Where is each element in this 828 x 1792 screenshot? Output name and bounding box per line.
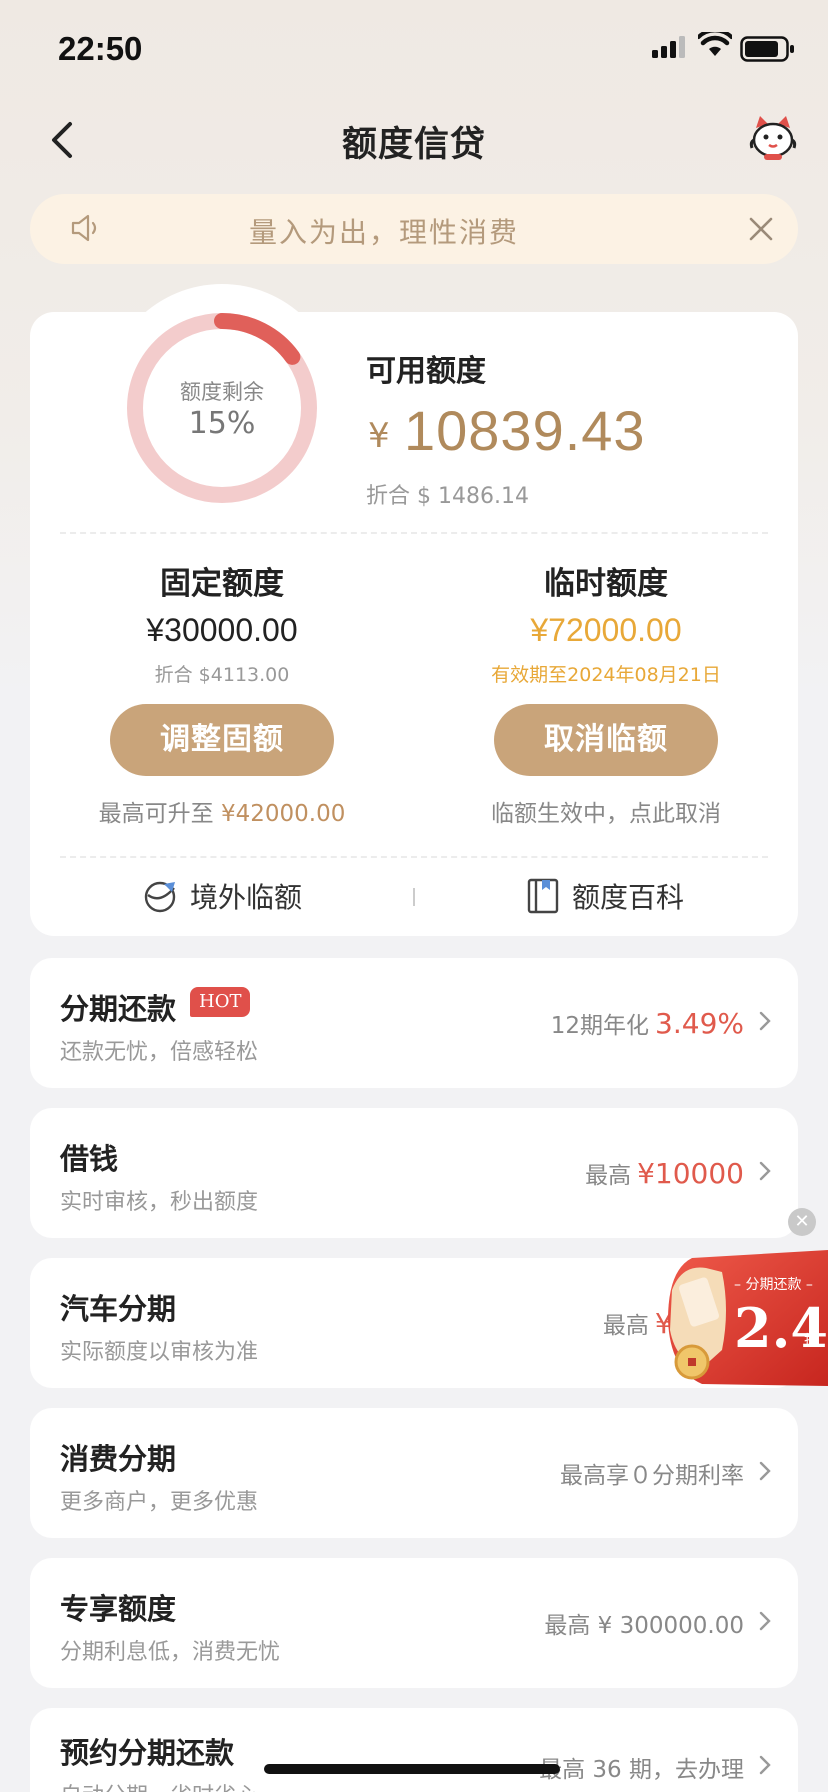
service-info-prefix: 最高 36 期，去办理 — [539, 1757, 744, 1783]
fixed-limit-converted: 折合 $4113.00 — [154, 664, 290, 686]
chevron-right-icon — [759, 1161, 771, 1181]
wifi-icon — [698, 32, 732, 56]
fixed-limit-note-prefix: 最高可升至 — [98, 801, 214, 827]
service-info-prefix: 最高享０分期利率 — [560, 1463, 744, 1489]
plane-globe-icon — [144, 881, 176, 913]
chevron-right-icon — [759, 1011, 771, 1031]
service-info-prefix: 最高 — [585, 1163, 632, 1189]
service-subtitle: 自动分期，省时省心 — [60, 1778, 258, 1792]
close-icon[interactable] — [746, 214, 776, 244]
ring-label: 额度剩余 — [180, 380, 264, 404]
promo-discount-value: 2.4 — [734, 1296, 828, 1360]
status-time: 22:50 — [58, 30, 143, 67]
home-indicator — [264, 1764, 560, 1774]
ring-percentage: 15% — [188, 406, 256, 441]
service-title: 借钱 — [60, 1142, 119, 1176]
overseas-temp-limit-link[interactable]: 境外临额 — [142, 876, 302, 916]
promo-close-icon[interactable]: ✕ — [788, 1208, 816, 1236]
currency-symbol: ¥ — [368, 416, 390, 456]
temp-limit-note[interactable]: 临额生效中，点此取消 — [426, 794, 786, 828]
chevron-right-icon — [759, 1755, 771, 1775]
service-row-consumer-installment[interactable]: 消费分期 更多商户，更多优惠 最高享０分期利率 — [30, 1408, 798, 1538]
credit-encyclopedia-label: 额度百科 — [572, 881, 685, 914]
service-subtitle: 分期利息低，消费无忧 — [60, 1640, 281, 1665]
promo-discount-unit: 折 — [804, 1333, 818, 1349]
fixed-limit-title: 固定额度 — [160, 566, 284, 602]
credit-encyclopedia-link[interactable]: 额度百科 — [526, 876, 684, 916]
fixed-limit-amount: ¥30000.00 — [146, 612, 298, 648]
service-info: 最高享０分期利率 — [560, 1456, 744, 1490]
available-credit-converted: 折合 $ 1486.14 — [366, 484, 529, 509]
link-divider — [413, 888, 415, 906]
available-credit-title: 可用额度 — [366, 354, 486, 389]
adjust-fixed-limit-button[interactable]: 调整固额 — [110, 704, 334, 776]
service-info-prefix: 12期年化 — [550, 1013, 650, 1039]
status-bar: 22:50 — [0, 0, 828, 100]
overseas-temp-limit-label: 境外临额 — [190, 881, 303, 914]
service-subtitle: 还款无忧，倍感轻松 — [60, 1040, 259, 1065]
chevron-right-icon — [759, 1461, 771, 1481]
service-title: 专享额度 — [60, 1592, 177, 1626]
divider — [60, 856, 768, 858]
navigation-bar: 额度信贷 — [0, 100, 828, 180]
service-title: 预约分期还款 — [60, 1736, 235, 1770]
temp-limit-amount: ¥72000.00 — [530, 612, 682, 648]
service-title: 汽车分期 — [60, 1292, 177, 1326]
chevron-right-icon — [759, 1611, 771, 1631]
service-subtitle: 实际额度以审核为准 — [60, 1340, 259, 1365]
service-info: 12期年化 3.49% — [551, 1006, 744, 1040]
fixed-limit-max-value: ¥42000.00 — [220, 801, 346, 827]
service-row-borrow[interactable]: 借钱 实时审核，秒出额度 最高 ¥10000 — [30, 1108, 798, 1238]
notice-text: 量入为出，理性消费 — [248, 216, 519, 249]
service-title: 消费分期 — [60, 1442, 177, 1476]
service-info: 最高 ¥10000 — [585, 1156, 744, 1190]
service-subtitle: 实时审核，秒出额度 — [60, 1190, 259, 1215]
service-info-prefix: 最高 — [602, 1313, 649, 1339]
customer-service-cat-icon[interactable] — [748, 114, 798, 162]
service-info: 最高 36 期，去办理 — [539, 1750, 744, 1784]
service-row-exclusive-limit[interactable]: 专享额度 分期利息低，消费无忧 最高 ¥ 300000.00 — [30, 1558, 798, 1688]
service-row-scheduled-installment[interactable]: 预约分期还款 自动分期，省时省心 最高 36 期，去办理 — [30, 1708, 798, 1792]
credit-remaining-ring: 额度剩余 15% — [124, 310, 320, 506]
service-title: 分期还款 — [60, 992, 177, 1026]
available-credit-amount: 10839.43 — [404, 399, 646, 462]
temp-limit-validity: 有效期至2024年08月21日 — [491, 664, 721, 686]
service-info-value: ¥10000 — [637, 1157, 744, 1190]
service-info-prefix: 最高 ¥ 300000.00 — [544, 1613, 744, 1639]
page-title: 额度信贷 — [341, 125, 486, 165]
book-icon — [527, 878, 559, 914]
service-row-installment-repayment[interactable]: 分期还款 HOT 还款无忧，倍感轻松 12期年化 3.49% — [30, 958, 798, 1088]
cancel-temp-limit-button[interactable]: 取消临额 — [494, 704, 718, 776]
notice-banner: 量入为出，理性消费 — [30, 194, 798, 264]
temp-limit-title: 临时额度 — [544, 566, 668, 602]
hot-badge: HOT — [190, 987, 251, 1017]
service-info-value: 3.49% — [655, 1007, 744, 1040]
signal-icon — [652, 36, 685, 58]
divider — [60, 532, 768, 534]
service-info: 最高 ¥ 300000.00 — [544, 1606, 744, 1640]
promo-label: – 分期还款 – — [734, 1277, 813, 1293]
battery-icon — [740, 36, 794, 62]
service-subtitle: 更多商户，更多优惠 — [60, 1490, 259, 1515]
fixed-limit-note: 最高可升至 ¥42000.00 — [42, 794, 402, 828]
